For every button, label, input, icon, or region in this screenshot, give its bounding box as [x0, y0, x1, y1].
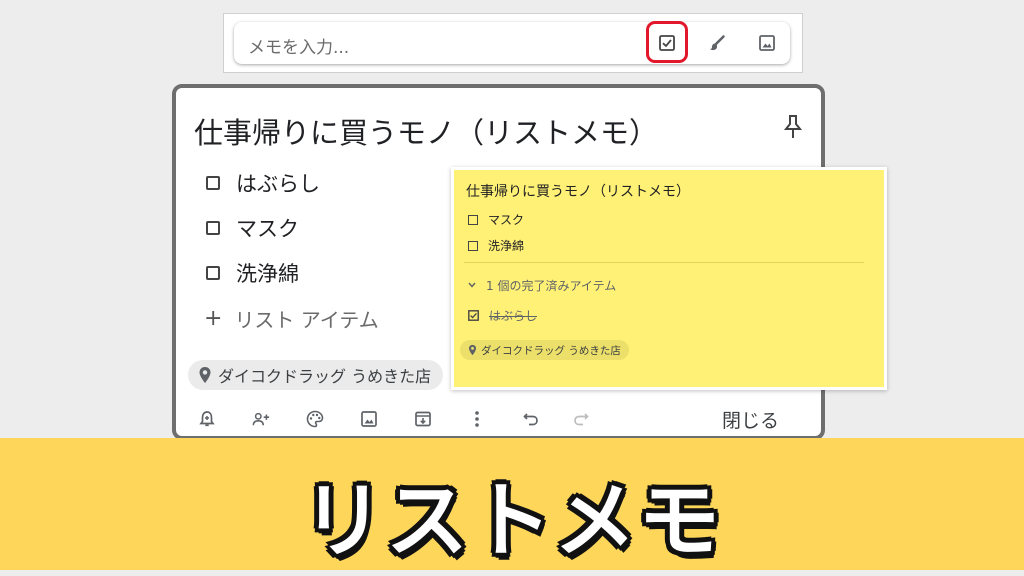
location-chip[interactable]: ダイコクドラッグ うめきた店 — [188, 360, 444, 390]
add-list-item[interactable]: + リスト アイテム — [204, 304, 379, 333]
location-label: ダイコクドラッグ うめきた店 — [218, 367, 432, 386]
completed-item-label: はぶらし — [489, 309, 538, 323]
checkbox-icon[interactable] — [657, 33, 677, 53]
list-item[interactable]: はぶらし — [206, 168, 320, 198]
undo-icon[interactable] — [522, 410, 540, 428]
preview-list-item: マスク — [468, 211, 524, 228]
plus-icon: + — [204, 306, 223, 331]
palette-icon[interactable] — [306, 410, 324, 428]
new-note-bar[interactable]: メモを入力... — [234, 21, 790, 64]
preview-location-chip[interactable]: ダイコクドラッグ うめきた店 — [460, 340, 629, 360]
archive-icon[interactable] — [414, 410, 432, 428]
completed-list-item: はぶらし — [468, 307, 537, 324]
preview-title: 仕事帰りに買うモノ（リストメモ） — [466, 184, 690, 200]
completed-items-toggle[interactable]: 1 個の完了済みアイテム — [468, 277, 616, 294]
checkbox[interactable] — [206, 176, 220, 190]
note-toolbar: 閉じる — [176, 398, 821, 436]
brush-icon[interactable] — [707, 33, 727, 53]
location-pin-icon — [199, 367, 211, 383]
list-item-label: はぶらし — [236, 172, 320, 196]
preview-item-label: 洗浄綿 — [488, 239, 525, 253]
bottom-strip — [0, 570, 1024, 576]
checked-checkbox-icon[interactable] — [468, 310, 479, 321]
completed-items-label: 1 個の完了済みアイテム — [486, 279, 617, 293]
image-icon[interactable] — [757, 33, 777, 53]
list-item[interactable]: マスク — [206, 213, 299, 243]
location-pin-icon — [468, 344, 477, 356]
preview-location-label: ダイコクドラッグ うめきた店 — [481, 344, 621, 357]
preview-item-label: マスク — [488, 213, 525, 227]
list-item-label: マスク — [236, 217, 299, 241]
note-title[interactable]: 仕事帰りに買うモノ（リストメモ） — [194, 110, 658, 152]
image-icon[interactable] — [360, 410, 378, 428]
new-note-bar-container: メモを入力... — [224, 14, 802, 72]
collaborator-icon[interactable] — [252, 410, 270, 428]
preview-list-item: 洗浄綿 — [468, 237, 524, 254]
title-banner: リストメモ — [0, 438, 1024, 570]
add-list-item-label: リスト アイテム — [234, 308, 379, 332]
note-input-placeholder[interactable]: メモを入力... — [248, 33, 349, 58]
checkbox[interactable] — [206, 221, 220, 235]
chevron-down-icon — [468, 280, 476, 291]
close-button[interactable]: 閉じる — [722, 406, 779, 433]
more-icon[interactable] — [468, 410, 486, 428]
pin-icon[interactable] — [781, 114, 805, 140]
banner-title: リストメモ — [301, 474, 722, 569]
divider — [464, 262, 864, 263]
preview-checkbox[interactable] — [468, 240, 478, 251]
list-item[interactable]: 洗浄綿 — [206, 258, 299, 288]
redo-icon[interactable] — [572, 410, 590, 428]
preview-checkbox[interactable] — [468, 214, 478, 225]
reminder-icon[interactable] — [198, 410, 216, 428]
list-item-label: 洗浄綿 — [236, 262, 299, 286]
note-preview-card[interactable]: 仕事帰りに買うモノ（リストメモ） マスク 洗浄綿 1 個の完了済みアイテム はぶ… — [451, 167, 887, 390]
checkbox[interactable] — [206, 266, 220, 280]
